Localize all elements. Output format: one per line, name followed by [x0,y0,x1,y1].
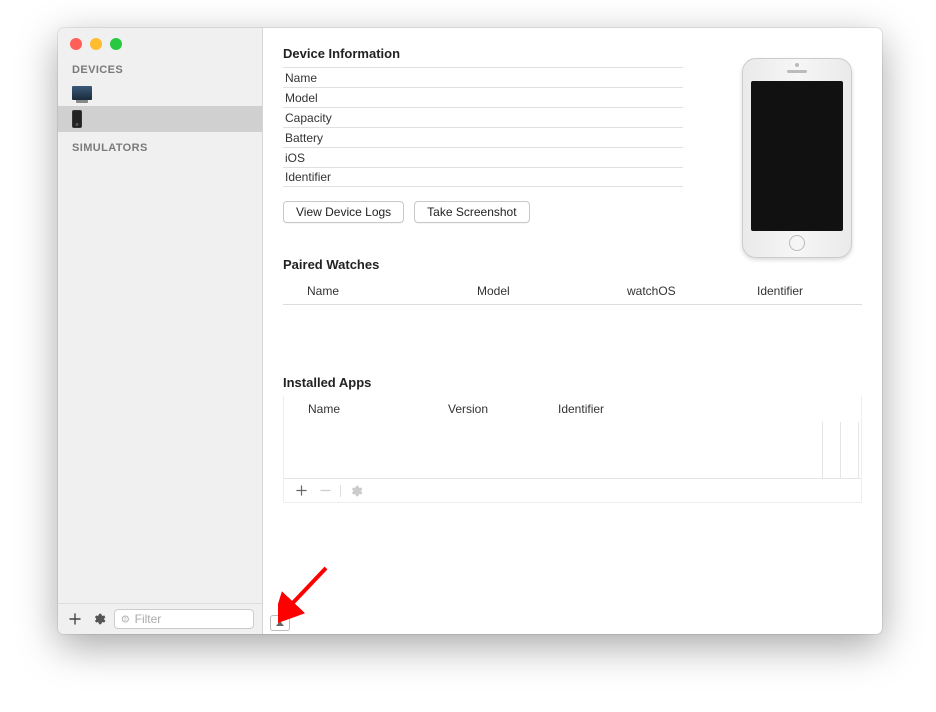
settings-button[interactable] [90,610,108,628]
paired-watches-title: Paired Watches [283,257,862,272]
chevron-up-icon [276,621,284,626]
col-identifier: Identifier [757,284,803,298]
zoom-window-button[interactable] [110,38,122,50]
minimize-window-button[interactable] [90,38,102,50]
collapse-console-button[interactable] [270,615,290,631]
installed-apps-body [284,422,861,478]
col-watchos: watchOS [627,284,757,298]
close-window-button[interactable] [70,38,82,50]
installed-apps-section: Installed Apps Name Version Identifier [283,375,862,503]
filter-field[interactable] [114,609,254,629]
content-pane: Device Information Name Model Capacity B… [263,28,882,634]
info-row-ios: iOS [283,147,683,167]
info-row-identifier: Identifier [283,167,683,187]
info-row-capacity: Capacity [283,107,683,127]
col-name: Name [308,402,448,416]
info-row-battery: Battery [283,127,683,147]
sidebar-item-mac[interactable] [58,80,262,106]
mac-icon [72,86,92,100]
remove-app-button[interactable] [316,482,334,500]
separator [340,485,341,497]
app-settings-button[interactable] [347,482,365,500]
window-controls [58,28,262,54]
col-version: Version [448,402,558,416]
gear-icon [92,612,106,626]
device-preview [742,58,852,258]
col-name: Name [307,284,477,298]
paired-watches-section: Paired Watches Name Model watchOS Identi… [283,257,862,305]
installed-apps-header: Name Version Identifier [284,396,861,422]
add-app-button[interactable] [292,482,310,500]
sidebar-item-iphone[interactable] [58,106,262,132]
phone-icon [742,58,852,258]
info-row-model: Model [283,87,683,107]
sidebar: DEVICES SIMULATORS [58,28,263,634]
installed-apps-footer [284,478,861,502]
installed-apps-table: Name Version Identifier [283,396,862,503]
view-device-logs-button[interactable]: View Device Logs [283,201,404,223]
col-model: Model [477,284,627,298]
installed-apps-title: Installed Apps [283,375,862,390]
sidebar-bottom-toolbar [58,603,262,634]
col-identifier: Identifier [558,402,604,416]
paired-watches-header: Name Model watchOS Identifier [283,278,862,305]
add-button[interactable] [66,610,84,628]
filter-icon [120,613,131,625]
device-info-table: Name Model Capacity Battery iOS Identifi… [283,67,683,187]
devices-section-header: DEVICES [58,54,262,80]
iphone-icon [72,110,82,128]
gear-icon [349,484,363,498]
simulators-section-header: SIMULATORS [58,132,262,158]
devices-window: DEVICES SIMULATORS Device Information Na… [58,28,882,634]
take-screenshot-button[interactable]: Take Screenshot [414,201,529,223]
filter-input[interactable] [135,612,248,626]
info-row-name: Name [283,67,683,87]
